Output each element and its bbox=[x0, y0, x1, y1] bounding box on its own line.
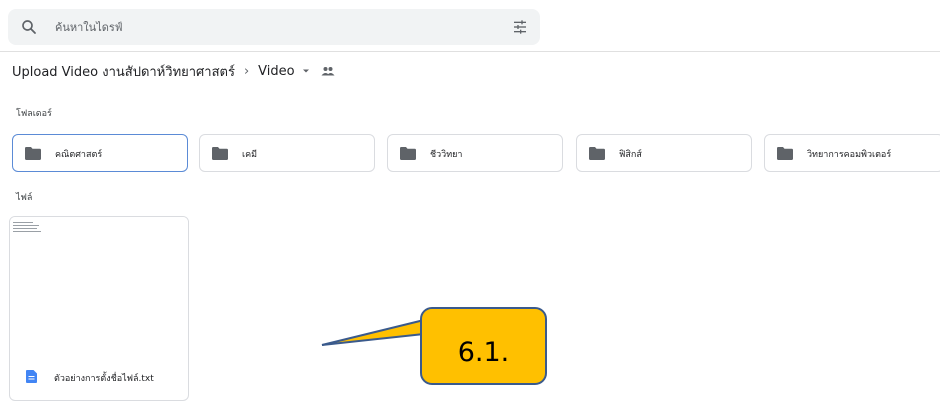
folder-item[interactable]: คณิตศาสตร์ bbox=[12, 134, 188, 172]
folder-label: ชีววิทยา bbox=[430, 150, 463, 160]
folder-label: วิทยาการคอมพิวเตอร์ bbox=[807, 150, 892, 160]
folder-item[interactable]: ชีววิทยา bbox=[387, 134, 563, 172]
breadcrumb-root[interactable]: Upload Video งานสัปดาห์วิทยาศาสตร์ bbox=[12, 61, 235, 82]
search-options-icon[interactable] bbox=[512, 19, 528, 35]
file-card[interactable]: ตัวอย่างการตั้งชื่อไฟล์.txt bbox=[9, 216, 189, 401]
breadcrumb: Upload Video งานสัปดาห์วิทยาศาสตร์ › Vid… bbox=[12, 60, 335, 82]
file-name: ตัวอย่างการตั้งชื่อไฟล์.txt bbox=[54, 374, 154, 384]
caret-down-icon[interactable] bbox=[301, 66, 311, 76]
folder-icon bbox=[212, 147, 228, 160]
search-bar[interactable] bbox=[8, 9, 540, 45]
document-icon bbox=[26, 370, 37, 383]
breadcrumb-current[interactable]: Video bbox=[258, 64, 294, 79]
folder-icon bbox=[400, 147, 416, 160]
files-section-label: ไฟล์ bbox=[16, 193, 33, 203]
folder-item[interactable]: วิทยาการคอมพิวเตอร์ bbox=[764, 134, 940, 172]
folder-item[interactable]: เคมี bbox=[199, 134, 375, 172]
folder-label: เคมี bbox=[242, 150, 258, 160]
folder-icon bbox=[25, 147, 41, 160]
search-input[interactable] bbox=[55, 17, 455, 37]
folder-icon bbox=[777, 147, 793, 160]
shared-people-icon bbox=[321, 67, 335, 76]
folder-label: คณิตศาสตร์ bbox=[55, 150, 103, 160]
annotation-callout-box: 6.1. bbox=[420, 307, 547, 385]
folder-item[interactable]: ฟิสิกส์ bbox=[576, 134, 752, 172]
file-thumbnail bbox=[10, 217, 188, 362]
header-divider bbox=[0, 51, 940, 52]
annotation-label: 6.1. bbox=[457, 336, 510, 368]
folder-icon bbox=[589, 147, 605, 160]
folder-label: ฟิสิกส์ bbox=[619, 150, 642, 160]
chevron-right-icon: › bbox=[243, 63, 250, 79]
search-icon[interactable] bbox=[20, 18, 38, 36]
folders-section-label: โฟลเดอร์ bbox=[16, 109, 52, 119]
